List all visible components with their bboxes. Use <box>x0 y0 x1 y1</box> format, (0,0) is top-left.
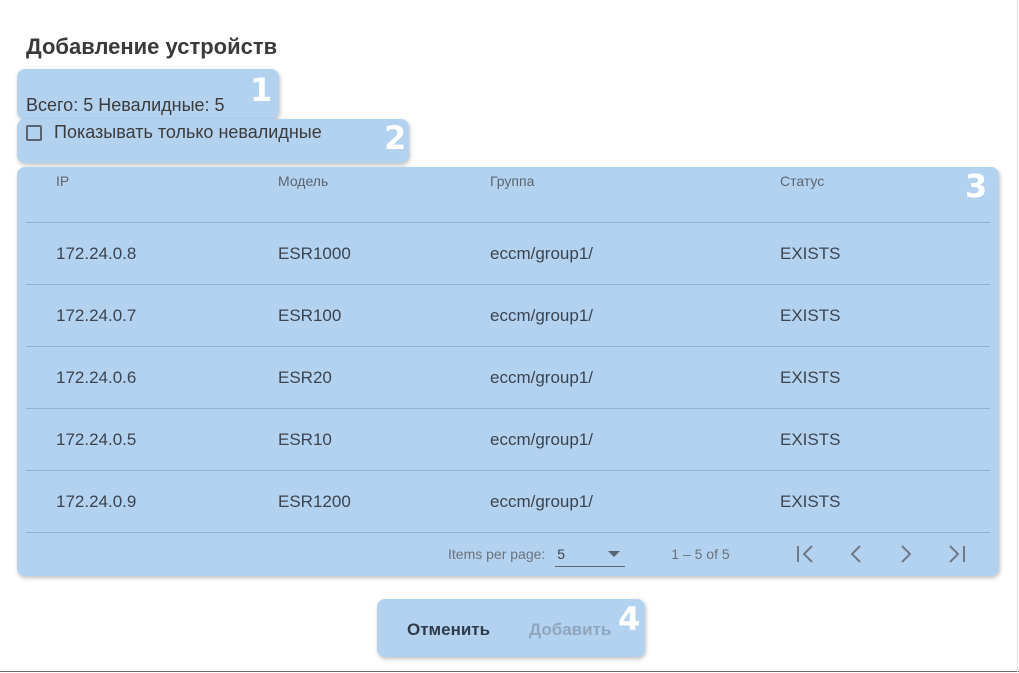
previous-page-button[interactable] <box>845 543 867 565</box>
annotation-number: 4 <box>618 600 641 638</box>
table-row[interactable]: 172.24.0.7 ESR100 eccm/group1/ EXISTS <box>26 284 990 347</box>
cell-model: ESR100 <box>277 284 489 347</box>
column-header-ip[interactable]: IP <box>26 168 277 223</box>
show-invalid-only-filter[interactable]: Показывать только невалидные <box>26 122 322 143</box>
annotation-number: 2 <box>384 119 407 157</box>
table-row[interactable]: 172.24.0.5 ESR10 eccm/group1/ EXISTS <box>26 408 990 471</box>
page-range-label: 1 – 5 of 5 <box>671 546 730 562</box>
cell-model: ESR20 <box>277 346 489 409</box>
chevron-right-icon <box>901 545 912 563</box>
dialog-title: Добавление устройств <box>26 34 278 59</box>
cell-model: ESR1000 <box>277 222 489 285</box>
column-header-status[interactable]: Статус <box>779 168 990 223</box>
cell-ip: 172.24.0.6 <box>26 346 277 409</box>
next-page-button[interactable] <box>895 543 917 565</box>
table-row[interactable]: 172.24.0.8 ESR1000 eccm/group1/ EXISTS <box>26 222 990 285</box>
first-page-button[interactable] <box>795 543 817 565</box>
cell-status: EXISTS <box>779 222 990 285</box>
cell-group: eccm/group1/ <box>489 284 779 347</box>
cancel-button[interactable]: Отменить <box>407 620 490 640</box>
cell-group: eccm/group1/ <box>489 408 779 471</box>
table-row[interactable]: 172.24.0.6 ESR20 eccm/group1/ EXISTS <box>26 346 990 409</box>
cell-ip: 172.24.0.5 <box>26 408 277 471</box>
cell-ip: 172.24.0.7 <box>26 284 277 347</box>
cell-status: EXISTS <box>779 284 990 347</box>
show-invalid-only-checkbox[interactable] <box>26 124 42 141</box>
cell-model: ESR1200 <box>277 470 489 533</box>
table-row[interactable]: 172.24.0.9 ESR1200 eccm/group1/ EXISTS <box>26 470 990 533</box>
last-page-button[interactable] <box>945 543 967 565</box>
cell-group: eccm/group1/ <box>489 470 779 533</box>
page-size-value: 5 <box>557 545 566 562</box>
cell-model: ESR10 <box>277 408 489 471</box>
page-size-select[interactable]: 5 <box>555 541 626 567</box>
chevron-left-icon <box>850 545 861 563</box>
show-invalid-only-label[interactable]: Показывать только невалидные <box>54 122 322 143</box>
cell-status: EXISTS <box>779 408 990 471</box>
devices-table: IP Модель Группа Статус 172.24.0.8 ESR10… <box>26 168 990 533</box>
column-header-model[interactable]: Модель <box>277 168 489 223</box>
cell-group: eccm/group1/ <box>489 222 779 285</box>
items-per-page-label: Items per page: <box>448 546 546 562</box>
cell-ip: 172.24.0.8 <box>26 222 277 285</box>
first-page-icon <box>797 545 813 563</box>
cell-group: eccm/group1/ <box>489 346 779 409</box>
paginator: Items per page: 5 1 – 5 of 5 <box>448 540 730 568</box>
divider <box>0 671 1019 672</box>
last-page-icon <box>949 545 965 563</box>
table-header-row: IP Модель Группа Статус <box>26 168 990 223</box>
cell-status: EXISTS <box>779 470 990 533</box>
cell-status: EXISTS <box>779 346 990 409</box>
add-button[interactable]: Добавить <box>529 620 611 640</box>
device-count-summary: Всего: 5 Невалидные: 5 <box>26 95 225 115</box>
dropdown-arrow-icon <box>608 550 621 557</box>
annotation-number: 1 <box>250 71 273 109</box>
column-header-group[interactable]: Группа <box>489 168 779 223</box>
cell-ip: 172.24.0.9 <box>26 470 277 533</box>
divider <box>1017 0 1018 672</box>
